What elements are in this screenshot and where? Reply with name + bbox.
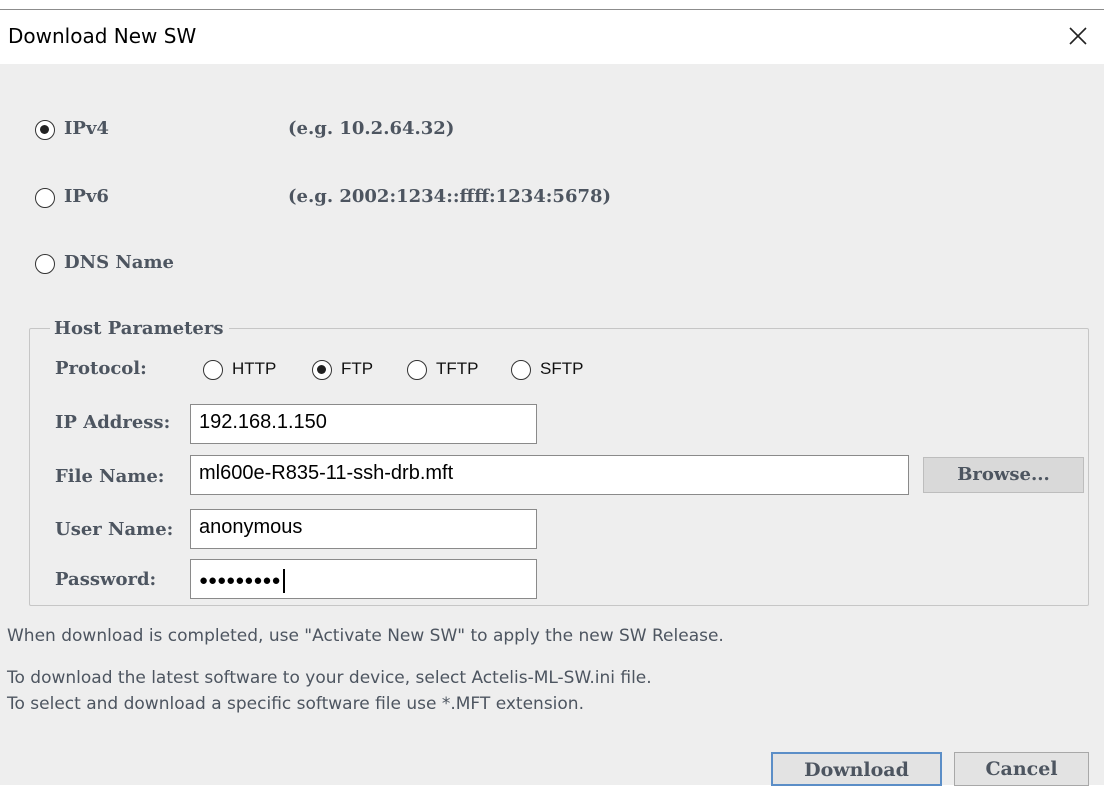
user-name-input[interactable]: anonymous (190, 509, 537, 549)
dialog-body: IPv4 (e.g. 10.2.64.32) IPv6 (e.g. 2002:1… (0, 64, 1104, 786)
info-line-specific: To select and download a specific softwa… (7, 694, 584, 714)
http-label: HTTP (232, 359, 277, 378)
host-parameters-legend: Host Parameters (50, 318, 230, 339)
radio-dns-name[interactable] (35, 254, 55, 274)
radio-ipv6[interactable] (35, 188, 55, 208)
password-label: Password: (55, 569, 157, 590)
ipv6-label: IPv6 (64, 186, 109, 207)
download-button[interactable]: Download (771, 752, 942, 786)
radio-ipv4[interactable] (35, 120, 55, 140)
tftp-label: TFTP (436, 359, 479, 378)
user-name-label: User Name: (55, 519, 174, 540)
sftp-label: SFTP (540, 359, 584, 378)
ipv6-example: (e.g. 2002:1234::ffff:1234:5678) (288, 186, 612, 207)
ipv4-label: IPv4 (64, 118, 109, 139)
cancel-button[interactable]: Cancel (954, 752, 1089, 786)
radio-sftp[interactable] (511, 360, 531, 380)
file-name-label: File Name: (55, 466, 165, 487)
ipv4-example: (e.g. 10.2.64.32) (288, 118, 455, 139)
radio-tftp[interactable] (407, 360, 427, 380)
dns-name-label: DNS Name (64, 252, 174, 273)
title-bar: Download New SW (0, 10, 1104, 64)
ip-address-label: IP Address: (55, 412, 171, 433)
text-caret (282, 569, 285, 593)
info-line-latest: To download the latest software to your … (7, 668, 652, 688)
radio-ftp[interactable] (312, 360, 332, 380)
radio-http[interactable] (203, 360, 223, 380)
ip-address-input[interactable]: 192.168.1.150 (190, 404, 537, 444)
protocol-label: Protocol: (55, 358, 147, 379)
browse-button[interactable]: Browse... (923, 457, 1084, 493)
file-name-input[interactable]: ml600e-R835-11-ssh-drb.mft (190, 455, 909, 495)
info-line-activate: When download is completed, use "Activat… (7, 626, 724, 646)
password-input[interactable]: ●●●●●●●●● (190, 559, 537, 599)
ftp-label: FTP (341, 359, 374, 378)
close-icon[interactable] (1062, 20, 1094, 52)
password-mask: ●●●●●●●●● (199, 571, 281, 589)
window-title: Download New SW (8, 24, 197, 48)
